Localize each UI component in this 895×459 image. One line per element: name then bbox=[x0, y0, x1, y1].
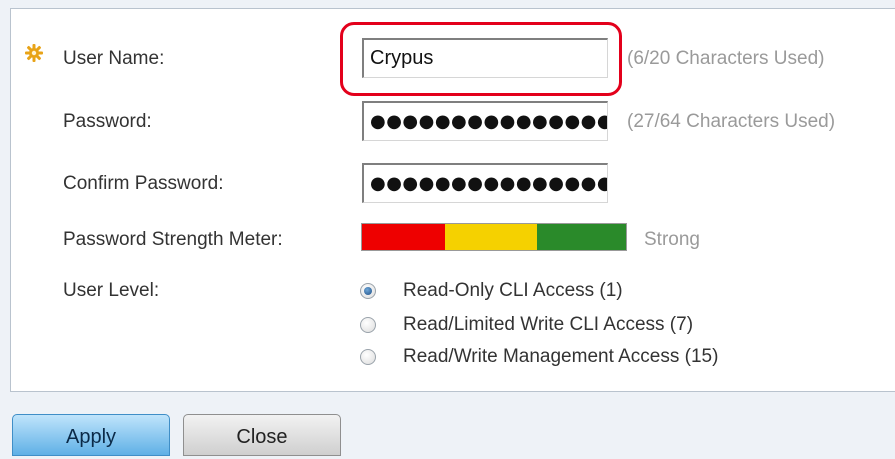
user-level-label: User Level: bbox=[63, 280, 160, 301]
radio-read-only[interactable] bbox=[360, 283, 376, 299]
required-asterisk-icon bbox=[25, 44, 43, 62]
radio-label-limited-write: Read/Limited Write CLI Access (7) bbox=[403, 314, 694, 335]
user-level-option-limited-write[interactable]: Read/Limited Write CLI Access (7) bbox=[360, 314, 693, 336]
close-button[interactable]: Close bbox=[183, 414, 341, 456]
password-strength-label: Password Strength Meter: bbox=[63, 229, 283, 250]
radio-read-write[interactable] bbox=[360, 349, 376, 365]
user-name-label: User Name: bbox=[63, 48, 165, 69]
user-level-option-read-only[interactable]: Read-Only CLI Access (1) bbox=[360, 280, 623, 302]
user-level-option-read-write[interactable]: Read/Write Management Access (15) bbox=[360, 346, 718, 368]
password-input[interactable]: ●●●●●●●●●●●●●●●●●●● bbox=[362, 101, 608, 141]
password-strength-meter bbox=[361, 223, 627, 251]
radio-label-read-only: Read-Only CLI Access (1) bbox=[403, 280, 623, 301]
user-name-input[interactable]: Crypus bbox=[362, 38, 608, 78]
radio-limited-write[interactable] bbox=[360, 317, 376, 333]
radio-label-read-write: Read/Write Management Access (15) bbox=[403, 346, 719, 367]
user-name-char-count: (6/20 Characters Used) bbox=[627, 48, 825, 69]
strength-segment-medium bbox=[445, 224, 537, 250]
apply-button[interactable]: Apply bbox=[12, 414, 170, 456]
strength-segment-strong bbox=[537, 224, 626, 250]
password-char-count: (27/64 Characters Used) bbox=[627, 111, 836, 132]
strength-segment-weak bbox=[362, 224, 445, 250]
confirm-password-label: Confirm Password: bbox=[63, 173, 224, 194]
password-strength-status: Strong bbox=[644, 229, 700, 250]
password-label: Password: bbox=[63, 111, 152, 132]
confirm-password-input[interactable]: ●●●●●●●●●●●●●●●●●●● bbox=[362, 163, 608, 203]
